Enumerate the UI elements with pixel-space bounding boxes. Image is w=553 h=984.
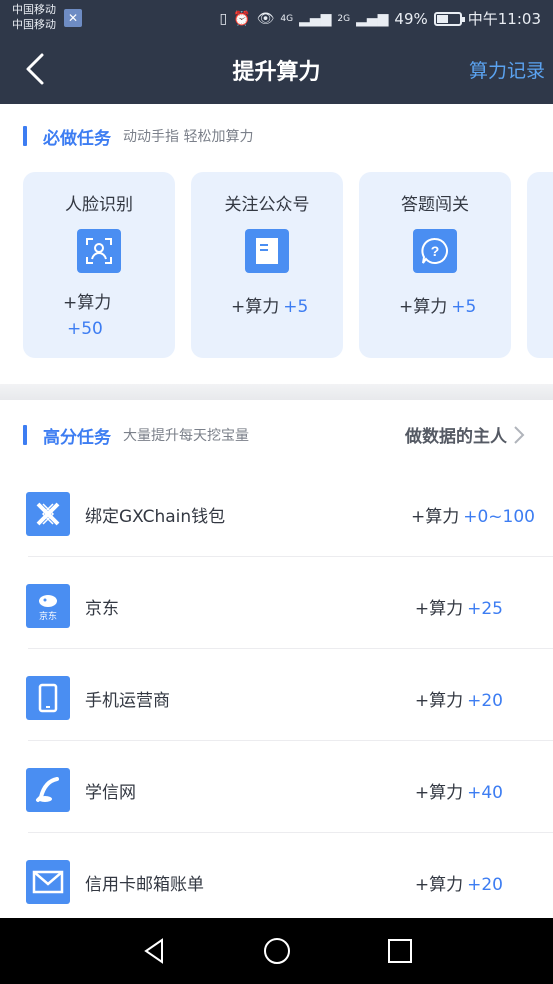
- reward-label: +算力: [63, 293, 112, 313]
- signal-2g-icon: 2G: [337, 13, 351, 24]
- item-label: 手机运营商: [85, 691, 170, 711]
- power-record-link[interactable]: 算力记录: [469, 56, 545, 83]
- status-indicators: ▯ ⏰ 👁 4G ▂▄▆ 2G ▂▄▆ 49% 中午11:03: [219, 8, 541, 29]
- alarm-icon: ⏰: [233, 10, 251, 27]
- section-title: 高分任务: [43, 427, 111, 448]
- data-owner-label: 做数据的主人: [405, 427, 507, 447]
- reward-value: +5: [451, 297, 477, 317]
- question-icon: ?: [413, 229, 457, 273]
- phone-icon: [26, 676, 70, 720]
- item-label: 学信网: [85, 783, 136, 803]
- reward-label: +算力: [414, 691, 464, 711]
- battery-percent: 49%: [394, 9, 428, 28]
- section-title: 必做任务: [43, 128, 111, 149]
- card-title: 关注公众号: [224, 195, 310, 215]
- top-bar: 中国移动 中国移动 ✕ ▯ ⏰ 👁 4G ▂▄▆ 2G ▂▄▆ 49% 中午11…: [0, 0, 553, 104]
- card-reward: +算力 +50: [63, 290, 143, 342]
- reward-value: +40: [467, 783, 503, 803]
- jd-icon: 京东: [26, 584, 70, 628]
- circle-home-icon: [264, 938, 290, 964]
- signal-bars-icon: ▂▄▆: [356, 10, 389, 27]
- clock: 中午11:03: [467, 10, 541, 28]
- vibrate-icon: ▯: [219, 10, 228, 27]
- education-icon: [26, 768, 70, 812]
- reward-value: +50: [67, 319, 103, 339]
- list-item[interactable]: 手机运营商 +算力 +20: [0, 649, 553, 741]
- section-subtitle: 动动手指 轻松加算力: [123, 129, 254, 145]
- face-scan-icon: [77, 229, 121, 273]
- gxchain-icon: [26, 492, 70, 536]
- svg-text:?: ?: [431, 243, 440, 259]
- reward-label: +算力: [414, 783, 464, 803]
- signal-bars-icon: ▂▄▆: [299, 10, 332, 27]
- item-label: 信用卡邮箱账单: [85, 875, 204, 895]
- card-reward: +算力 +5: [231, 292, 308, 317]
- reward-value: +20: [467, 875, 503, 895]
- item-label: 京东: [85, 599, 119, 619]
- high-score-header: 高分任务 大量提升每天挖宝量: [23, 424, 249, 448]
- carrier-info: 中国移动 中国移动: [12, 2, 56, 32]
- battery-icon: [433, 11, 465, 26]
- item-label: 绑定GXChain钱包: [85, 507, 226, 527]
- must-do-section: 必做任务 动动手指 轻松加算力 人脸识别 +算力 +50 关注公众号 +算力 +…: [0, 104, 553, 384]
- status-bar: 中国移动 中国移动 ✕ ▯ ⏰ 👁 4G ▂▄▆ 2G ▂▄▆ 49% 中午11…: [0, 0, 553, 36]
- data-owner-link[interactable]: 做数据的主人: [405, 422, 525, 447]
- section-divider: [0, 384, 553, 400]
- reward-label: +算力: [231, 297, 280, 317]
- high-score-section: 高分任务 大量提升每天挖宝量 做数据的主人 绑定GXChain钱包 +算力 +0~…: [0, 400, 553, 918]
- reward-value: +0~100: [463, 507, 535, 527]
- carrier-2: 中国移动: [12, 18, 56, 31]
- task-card-face[interactable]: 人脸识别 +算力 +50: [23, 172, 175, 358]
- reward-value: +5: [283, 297, 309, 317]
- item-reward: +算力 +25: [415, 594, 503, 619]
- nav-home-button[interactable]: [262, 936, 292, 966]
- reward-label: +算力: [410, 507, 460, 527]
- must-do-header: 必做任务 动动手指 轻松加算力: [23, 125, 254, 149]
- item-reward: +算力 +0~100: [411, 502, 535, 527]
- reward-label: +算力: [414, 875, 464, 895]
- list-item[interactable]: 京东 京东 +算力 +25: [0, 557, 553, 649]
- section-marker: [23, 126, 27, 146]
- task-card-follow[interactable]: 关注公众号 +算力 +5: [191, 172, 343, 358]
- reward-value: +20: [467, 691, 503, 711]
- card-title: 答题闯关: [401, 195, 469, 215]
- task-card-partial[interactable]: [527, 172, 553, 358]
- nav-bar: 提升算力 算力记录: [0, 36, 553, 104]
- item-reward: +算力 +20: [415, 686, 503, 711]
- eye-icon: 👁: [256, 10, 275, 27]
- section-marker: [23, 425, 27, 445]
- carrier-1: 中国移动: [12, 3, 56, 16]
- system-nav-bar: [0, 918, 553, 984]
- chevron-right-icon: [514, 425, 525, 444]
- list-item[interactable]: 绑定GXChain钱包 +算力 +0~100: [0, 465, 553, 557]
- reward-label: +算力: [414, 599, 464, 619]
- list-item[interactable]: 学信网 +算力 +40: [0, 741, 553, 833]
- svg-text:京东: 京东: [39, 610, 57, 622]
- section-subtitle: 大量提升每天挖宝量: [123, 428, 249, 444]
- reward-value: +25: [467, 599, 503, 619]
- task-cards: 人脸识别 +算力 +50 关注公众号 +算力 +5 答题闯关 ? +算力 +5: [23, 172, 553, 360]
- task-card-quiz[interactable]: 答题闯关 ? +算力 +5: [359, 172, 511, 358]
- carrier-badge-icon: ✕: [64, 9, 82, 27]
- card-title: 人脸识别: [65, 195, 133, 215]
- signal-4g-icon: 4G: [280, 13, 294, 24]
- item-reward: +算力 +20: [415, 870, 503, 895]
- card-reward: +算力 +5: [399, 292, 476, 317]
- nav-back-button[interactable]: [140, 936, 170, 966]
- mail-icon: [26, 860, 70, 904]
- reward-label: +算力: [399, 297, 448, 317]
- square-recents-icon: [388, 939, 412, 963]
- item-reward: +算力 +40: [415, 778, 503, 803]
- triangle-back-icon: [144, 938, 163, 964]
- nav-recents-button[interactable]: [385, 936, 415, 966]
- document-icon: [245, 229, 289, 273]
- list-item[interactable]: 信用卡邮箱账单 +算力 +20: [0, 833, 553, 925]
